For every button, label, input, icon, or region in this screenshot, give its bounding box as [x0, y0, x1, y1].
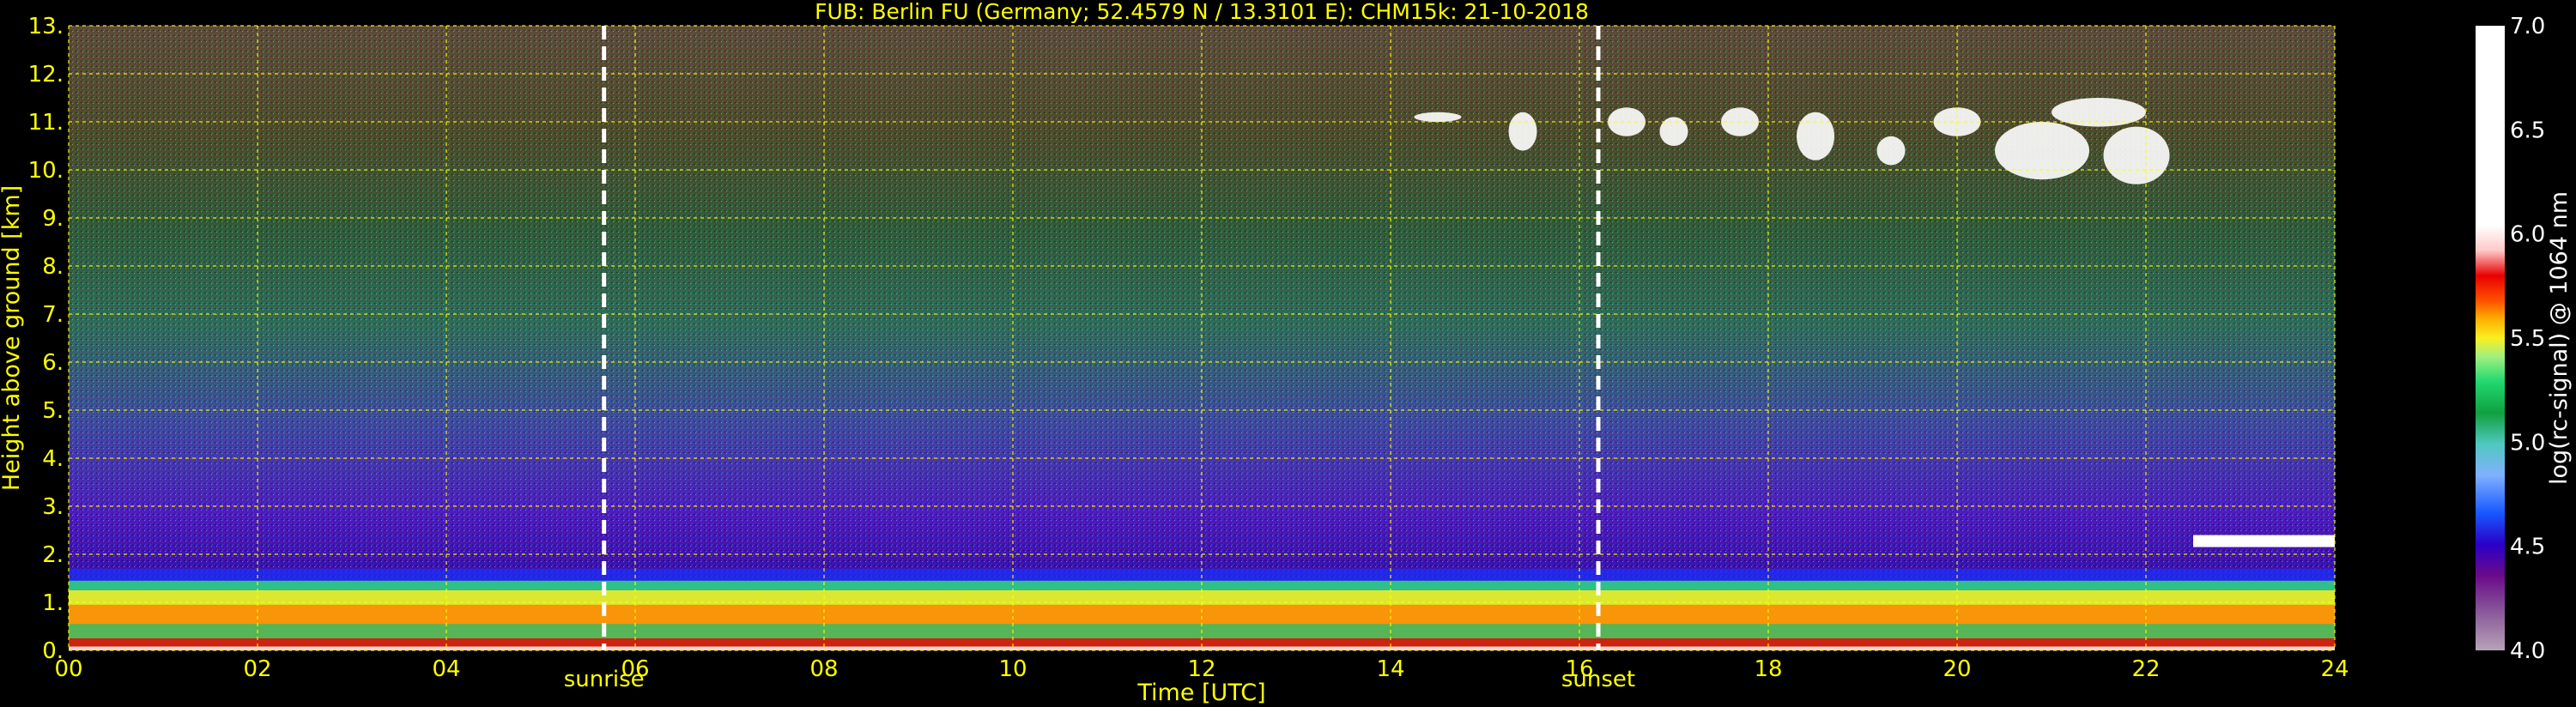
y-tick-label: 3. [42, 494, 64, 520]
cirrus-cloud [1797, 112, 1834, 160]
cirrus-cloud [1995, 122, 2089, 180]
cirrus-cloud [1876, 136, 1906, 166]
x-tick-label: 00 [54, 656, 82, 682]
y-tick-label: 11. [28, 110, 64, 136]
x-tick-label: 12 [1187, 656, 1215, 682]
low-cloud [2193, 535, 2335, 547]
y-tick-label: 12. [28, 62, 64, 88]
y-tick-label: 9. [42, 206, 64, 232]
colorbar-label: log(rc-signal) @ 1064 nm [2546, 191, 2573, 485]
x-tick-label: 20 [1943, 656, 1971, 682]
colorbar-tick-label: 5.5 [2510, 326, 2545, 352]
y-tick-label: 1. [42, 590, 64, 616]
y-tick-label: 13. [28, 14, 64, 39]
x-tick-label: 04 [432, 656, 460, 682]
y-tick-label: 6. [42, 350, 64, 376]
y-axis-label: Height above ground [km] [0, 185, 25, 491]
x-tick-label: 24 [2320, 656, 2349, 682]
colorbar-tick-label: 5.0 [2510, 430, 2545, 456]
colorbar-tick-label: 6.5 [2510, 118, 2545, 143]
colorbar-tick-label: 4.0 [2510, 638, 2545, 664]
x-tick-label: 22 [2131, 656, 2160, 682]
x-tick-label: 10 [998, 656, 1027, 682]
cirrus-cloud [1508, 112, 1537, 151]
y-tick-label: 7. [42, 302, 64, 328]
y-tick-label: 2. [42, 542, 64, 568]
colorbar-scale [2476, 26, 2505, 650]
cirrus-cloud [2103, 126, 2170, 184]
x-tick-label: 16 [1565, 656, 1593, 682]
x-axis-label: Time [UTC] [1136, 680, 1265, 706]
x-tick-label: 06 [621, 656, 649, 682]
x-tick-label: 14 [1376, 656, 1404, 682]
chart-title: FUB: Berlin FU (Germany; 52.4579 N / 13.… [815, 0, 1589, 24]
cirrus-cloud [1608, 107, 1646, 136]
colorbar-ticks: 4.0 4.5 5.0 5.5 6.0 6.5 7.0 [2510, 14, 2545, 664]
colorbar-tick-label: 4.5 [2510, 535, 2545, 560]
y-tick-label: 10. [28, 158, 64, 184]
x-tick-label: 08 [809, 656, 838, 682]
x-tick-label: 02 [243, 656, 271, 682]
lidar-figure: sunrise sunset 0.1.2.3.4.5.6.7.8.9.10.11.… [0, 0, 2573, 706]
y-tick-label: 4. [42, 446, 64, 472]
colorbar: 4.0 4.5 5.0 5.5 6.0 6.5 7.0 log(rc-signal) @ 1… [2476, 14, 2573, 664]
x-tick-label: 18 [1754, 656, 1782, 682]
colorbar-tick-label: 6.0 [2510, 222, 2545, 248]
y-tick-label: 8. [42, 254, 64, 280]
cirrus-cloud [1414, 112, 1462, 122]
x-axis: 00 02 04 06 08 10 12 14 16 18 20 22 24 [54, 656, 2349, 682]
y-axis: 0.1.2.3.4.5.6.7.8.9.10.11.12.13. [28, 14, 64, 664]
colorbar-tick-label: 7.0 [2510, 14, 2545, 39]
y-tick-label: 5. [42, 398, 64, 424]
